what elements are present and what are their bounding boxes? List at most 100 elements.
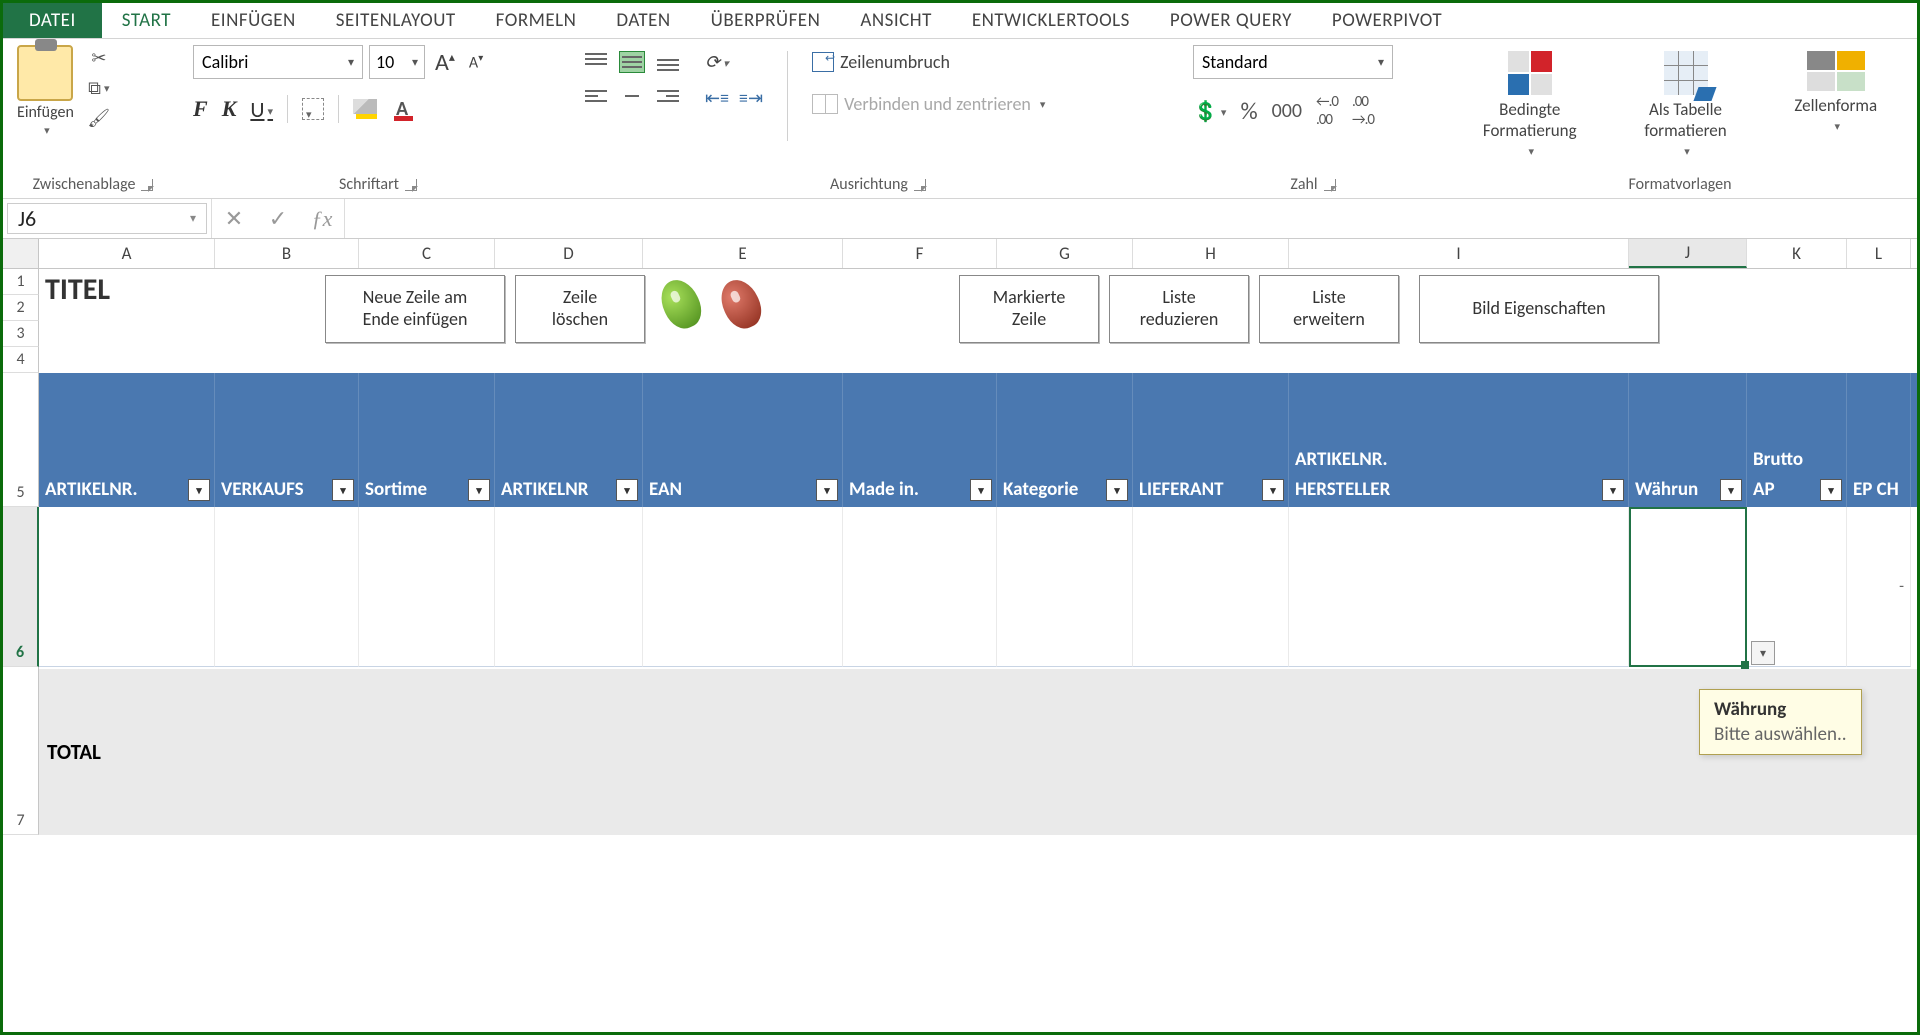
col-header-E[interactable]: E bbox=[643, 239, 843, 268]
btn-delete-row[interactable]: Zeile löschen bbox=[515, 275, 645, 343]
tab-file[interactable]: DATEI bbox=[3, 3, 102, 38]
sheet-area[interactable]: TITEL Neue Zeile am Ende einfügen Zeile … bbox=[39, 269, 1917, 835]
align-left-button[interactable] bbox=[583, 85, 609, 107]
cell-styles-button[interactable]: Zellenforma bbox=[1784, 51, 1887, 133]
cell-E6[interactable] bbox=[643, 507, 843, 667]
col-header-K[interactable]: K bbox=[1747, 239, 1847, 268]
col-header-D[interactable]: D bbox=[495, 239, 643, 268]
merge-center-button[interactable]: Verbinden und zentrieren bbox=[812, 93, 1045, 115]
number-dialog-icon[interactable] bbox=[1324, 179, 1336, 191]
th-artikelnr2[interactable]: ARTIKELNR▾ bbox=[495, 373, 643, 507]
tab-powerpivot[interactable]: POWERPIVOT bbox=[1312, 3, 1462, 38]
cancel-formula-icon[interactable]: ✕ bbox=[212, 199, 256, 238]
filter-icon[interactable]: ▾ bbox=[1602, 479, 1624, 501]
tab-developer[interactable]: ENTWICKLERTOOLS bbox=[952, 3, 1150, 38]
th-ean[interactable]: EAN▾ bbox=[643, 373, 843, 507]
filter-icon[interactable]: ▾ bbox=[468, 479, 490, 501]
filter-icon[interactable]: ▾ bbox=[1106, 479, 1128, 501]
filter-icon[interactable]: ▾ bbox=[616, 479, 638, 501]
btn-expand-list[interactable]: Liste erweitern bbox=[1259, 275, 1399, 343]
col-header-F[interactable]: F bbox=[843, 239, 997, 268]
row-header-6[interactable]: 6 bbox=[3, 507, 39, 667]
tab-formulas[interactable]: FORMELN bbox=[476, 3, 597, 38]
filter-icon[interactable]: ▾ bbox=[188, 479, 210, 501]
shrink-font-icon[interactable]: A▾ bbox=[465, 51, 487, 72]
font-dialog-icon[interactable] bbox=[405, 179, 417, 191]
enter-formula-icon[interactable]: ✓ bbox=[256, 199, 300, 238]
paste-button[interactable]: Einfügen bbox=[13, 45, 78, 137]
tab-insert[interactable]: EINFÜGEN bbox=[191, 3, 316, 38]
formula-input[interactable] bbox=[344, 199, 1917, 238]
col-header-C[interactable]: C bbox=[359, 239, 495, 268]
col-header-I[interactable]: I bbox=[1289, 239, 1629, 268]
th-madein[interactable]: Made in.▾ bbox=[843, 373, 997, 507]
decrease-indent-button[interactable]: ⇤≡ bbox=[705, 87, 729, 109]
cut-icon[interactable]: ✂ bbox=[86, 47, 112, 69]
grow-font-icon[interactable]: A▴ bbox=[431, 48, 459, 77]
align-top-button[interactable] bbox=[583, 51, 609, 73]
cell-A6[interactable] bbox=[39, 507, 215, 667]
th-artikelnr[interactable]: ARTIKELNR.▾ bbox=[39, 373, 215, 507]
btn-image-properties[interactable]: Bild Eigenschaften bbox=[1419, 275, 1659, 343]
col-header-J[interactable]: J bbox=[1629, 239, 1747, 268]
th-ap[interactable]: BruttoAP▾ bbox=[1747, 373, 1847, 507]
copy-icon[interactable]: ⧉ bbox=[86, 77, 112, 99]
cell-J6[interactable] bbox=[1629, 507, 1747, 667]
wrap-text-button[interactable]: Zeilenumbruch bbox=[812, 51, 1045, 73]
increase-decimal-button[interactable]: ←.0.00 bbox=[1316, 93, 1338, 129]
tab-start[interactable]: START bbox=[102, 3, 191, 38]
format-as-table-button[interactable]: Als Tabelle formatieren bbox=[1634, 51, 1736, 158]
cell-title[interactable]: TITEL bbox=[45, 271, 110, 308]
cell-C6[interactable] bbox=[359, 507, 495, 667]
tab-powerquery[interactable]: POWER QUERY bbox=[1150, 3, 1312, 38]
cell-B6[interactable] bbox=[215, 507, 359, 667]
th-hersteller[interactable]: ARTIKELNR.HERSTELLER▾ bbox=[1289, 373, 1629, 507]
row-header-2[interactable]: 2 bbox=[3, 295, 39, 321]
align-bottom-button[interactable] bbox=[655, 51, 681, 73]
align-middle-button[interactable] bbox=[619, 51, 645, 73]
cell-L6[interactable]: - bbox=[1847, 507, 1911, 667]
border-button[interactable] bbox=[302, 98, 324, 120]
font-name-select[interactable]: Calibri▾ bbox=[193, 45, 363, 79]
filter-icon[interactable]: ▾ bbox=[1720, 479, 1742, 501]
btn-reduce-list[interactable]: Liste reduzieren bbox=[1109, 275, 1249, 343]
orientation-button[interactable]: ⟳ bbox=[705, 51, 729, 75]
row-header-4[interactable]: 4 bbox=[3, 347, 39, 373]
data-validation-dropdown-icon[interactable]: ▾ bbox=[1751, 641, 1775, 665]
th-kategorie[interactable]: Kategorie▾ bbox=[997, 373, 1133, 507]
key-red-icon[interactable] bbox=[719, 279, 763, 334]
cell-H6[interactable] bbox=[1133, 507, 1289, 667]
th-sortime[interactable]: Sortime▾ bbox=[359, 373, 495, 507]
col-header-A[interactable]: A bbox=[39, 239, 215, 268]
comma-style-button[interactable]: 000 bbox=[1272, 99, 1302, 123]
clipboard-dialog-icon[interactable] bbox=[141, 179, 153, 191]
filter-icon[interactable]: ▾ bbox=[332, 479, 354, 501]
tab-pagelayout[interactable]: SEITENLAYOUT bbox=[316, 3, 476, 38]
cell-F6[interactable] bbox=[843, 507, 997, 667]
decrease-decimal-button[interactable]: .00→.0 bbox=[1352, 93, 1374, 129]
number-format-select[interactable]: Standard▾ bbox=[1193, 45, 1393, 79]
align-right-button[interactable] bbox=[655, 85, 681, 107]
percent-button[interactable]: % bbox=[1240, 97, 1257, 126]
cell-G6[interactable] bbox=[997, 507, 1133, 667]
font-size-select[interactable]: 10▾ bbox=[369, 45, 425, 79]
tab-view[interactable]: ANSICHT bbox=[840, 3, 952, 38]
italic-button[interactable]: K bbox=[222, 96, 237, 122]
row-header-5[interactable]: 5 bbox=[3, 373, 39, 507]
key-green-icon[interactable] bbox=[659, 279, 703, 334]
row-header-3[interactable]: 3 bbox=[3, 321, 39, 347]
insert-function-button[interactable]: ƒx bbox=[300, 199, 344, 238]
underline-button[interactable]: U bbox=[250, 96, 273, 123]
alignment-dialog-icon[interactable] bbox=[914, 179, 926, 191]
th-verkaufs[interactable]: VERKAUFS▾ bbox=[215, 373, 359, 507]
increase-indent-button[interactable]: ≡⇥ bbox=[739, 87, 763, 109]
th-epch[interactable]: EP CH bbox=[1847, 373, 1911, 507]
fill-color-button[interactable] bbox=[353, 99, 377, 119]
conditional-formatting-button[interactable]: Bedingte Formatierung bbox=[1473, 51, 1587, 158]
col-header-B[interactable]: B bbox=[215, 239, 359, 268]
font-color-button[interactable]: A bbox=[391, 97, 413, 121]
accounting-format-button[interactable]: 💲 bbox=[1193, 99, 1226, 124]
th-lieferant[interactable]: LIEFERANT▾ bbox=[1133, 373, 1289, 507]
cell-D6[interactable] bbox=[495, 507, 643, 667]
bold-button[interactable]: F bbox=[193, 96, 208, 122]
